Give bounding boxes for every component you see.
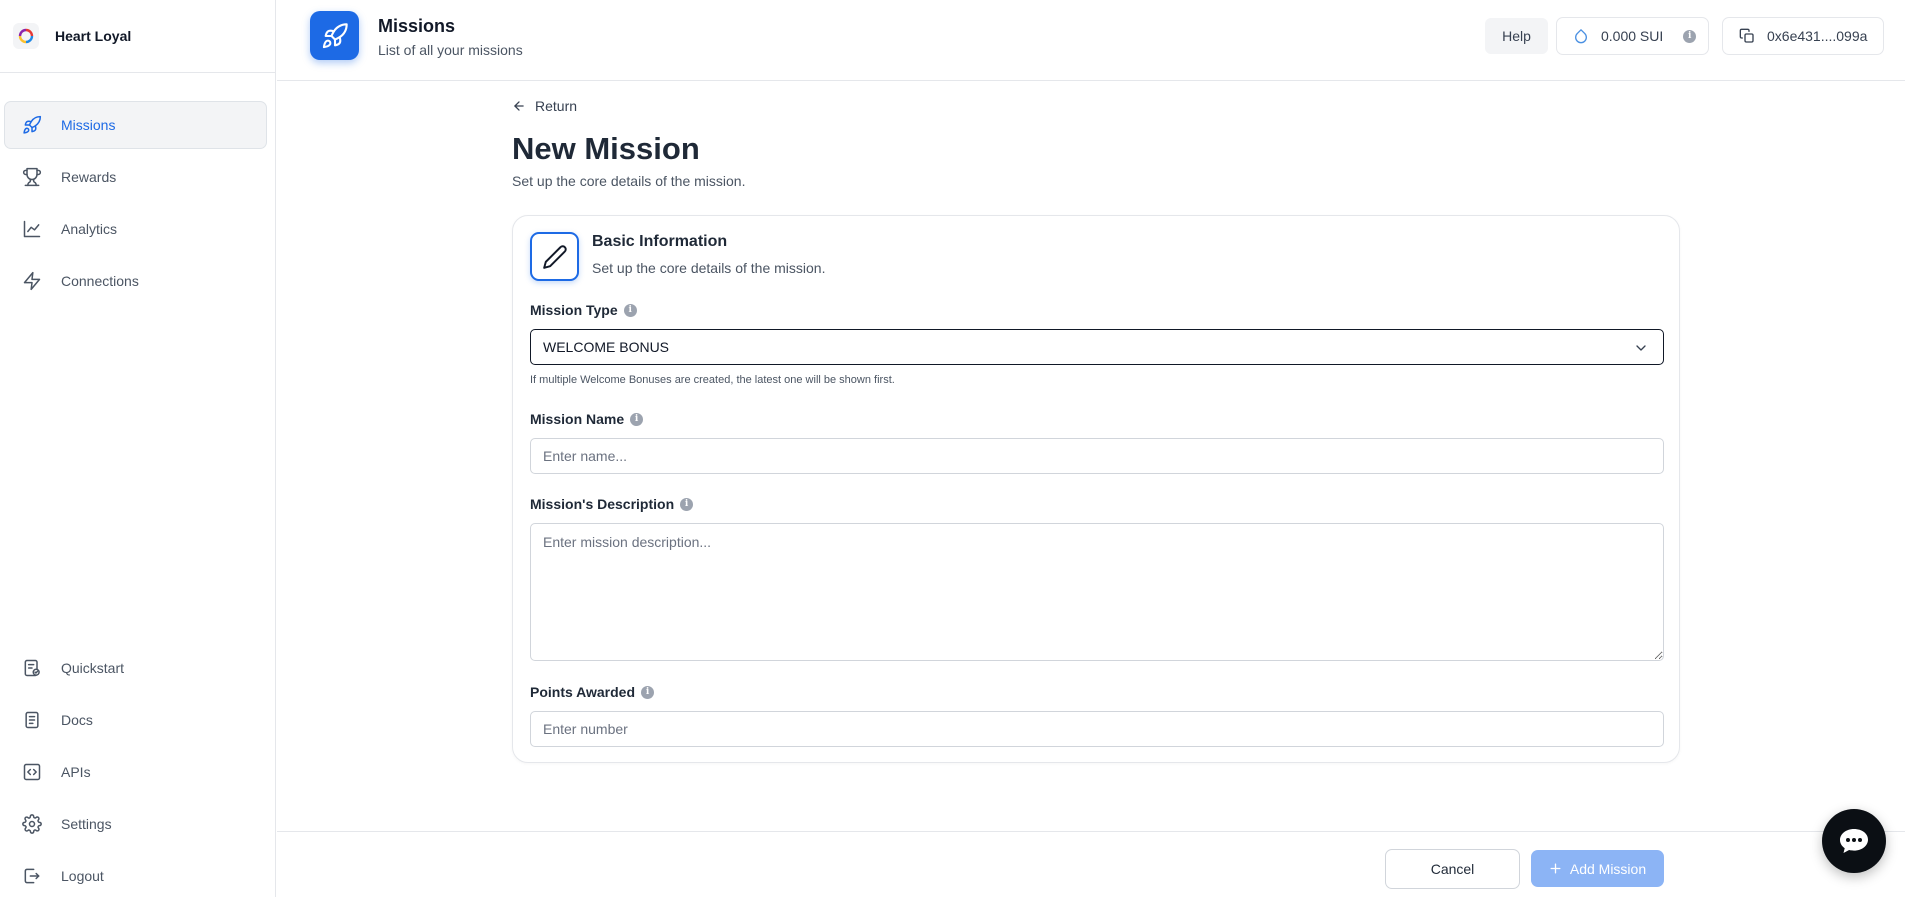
- info-icon[interactable]: i: [630, 412, 644, 426]
- rocket-icon: [21, 114, 43, 136]
- sidebar-item-label: Docs: [61, 712, 93, 728]
- mission-type-label-text: Mission Type: [530, 302, 618, 318]
- brand[interactable]: Heart Loyal: [0, 0, 275, 73]
- arrow-left-icon: [512, 99, 526, 113]
- mission-type-label: Mission Type i: [530, 302, 637, 318]
- info-icon[interactable]: i: [1683, 29, 1697, 43]
- sidebar-item-label: Missions: [61, 117, 116, 133]
- card-subtitle: Set up the core details of the mission.: [592, 260, 826, 276]
- sidebar-item-label: Settings: [61, 816, 112, 832]
- info-icon[interactable]: i: [641, 685, 655, 699]
- sidebar-item-rewards[interactable]: Rewards: [4, 153, 267, 201]
- page-title: New Mission: [512, 131, 700, 166]
- document-icon: [21, 709, 43, 731]
- basic-information-card: Basic Information Set up the core detail…: [512, 215, 1680, 763]
- header-title: Missions: [378, 16, 456, 36]
- mission-name-label-text: Mission Name: [530, 411, 625, 427]
- add-mission-label: Add Mission: [1569, 860, 1647, 877]
- mission-description-textarea[interactable]: [530, 523, 1664, 661]
- mission-description-label-text: Mission's Description: [530, 496, 675, 512]
- sidebar-item-label: APIs: [61, 764, 91, 780]
- page-subtitle: Set up the core details of the mission.: [512, 173, 746, 189]
- top-header: Missions List of all your missions Help …: [277, 0, 1905, 81]
- chat-support-button[interactable]: [1822, 809, 1886, 873]
- droplet-icon: [1573, 28, 1589, 44]
- mission-type-select[interactable]: WELCOME BONUS: [530, 329, 1664, 365]
- sidebar-nav-main: Missions Rewards Analytics Connections: [4, 101, 267, 309]
- cancel-button[interactable]: Cancel: [1385, 849, 1520, 889]
- brand-name: Heart Loyal: [55, 28, 132, 44]
- sidebar-item-label: Analytics: [61, 221, 118, 237]
- gear-icon: [21, 813, 43, 835]
- sidebar-nav-secondary: Quickstart Docs APIs Settings Logout: [4, 644, 267, 897]
- line-chart-icon: [21, 218, 43, 240]
- header-subtitle: List of all your missions: [378, 42, 523, 58]
- mission-type-helper: If multiple Welcome Bonuses are created,…: [530, 374, 895, 386]
- sidebar: Heart Loyal Missions Rewards Analytics C…: [0, 0, 276, 897]
- card-title: Basic Information: [592, 233, 728, 250]
- logout-icon: [21, 865, 43, 887]
- sidebar-item-label: Logout: [61, 868, 104, 884]
- chat-icon: [1837, 826, 1871, 856]
- points-awarded-label: Points Awarded i: [530, 684, 655, 700]
- return-link[interactable]: Return: [512, 98, 577, 114]
- code-icon: [21, 761, 43, 783]
- plus-icon: [1549, 862, 1562, 875]
- rocket-icon: [310, 11, 359, 60]
- chevron-down-icon: [1633, 340, 1649, 356]
- copy-icon: [1739, 28, 1755, 44]
- points-awarded-input[interactable]: [530, 711, 1664, 747]
- sidebar-item-label: Quickstart: [61, 660, 125, 676]
- mission-type-value: WELCOME BONUS: [543, 339, 670, 355]
- quickstart-icon: [21, 657, 43, 679]
- sidebar-item-apis[interactable]: APIs: [4, 748, 267, 796]
- sidebar-item-quickstart[interactable]: Quickstart: [4, 644, 267, 692]
- lightning-icon: [21, 270, 43, 292]
- sidebar-item-label: Connections: [61, 273, 139, 289]
- wallet-balance-button[interactable]: 0.000 SUI i: [1556, 17, 1709, 55]
- form-footer: Cancel Add Mission: [277, 831, 1905, 897]
- info-icon[interactable]: i: [680, 497, 694, 511]
- sidebar-item-analytics[interactable]: Analytics: [4, 205, 267, 253]
- heart-loyal-logo: [13, 23, 39, 49]
- info-icon[interactable]: i: [623, 303, 637, 317]
- trophy-icon: [21, 166, 43, 188]
- sidebar-item-logout[interactable]: Logout: [4, 852, 267, 897]
- mission-name-label: Mission Name i: [530, 411, 644, 427]
- mission-name-input[interactable]: [530, 438, 1664, 474]
- add-mission-button[interactable]: Add Mission: [1531, 850, 1664, 887]
- points-awarded-label-text: Points Awarded: [530, 684, 636, 700]
- wallet-balance: 0.000 SUI: [1601, 28, 1664, 44]
- sidebar-item-label: Rewards: [61, 169, 117, 185]
- sidebar-item-docs[interactable]: Docs: [4, 696, 267, 744]
- wallet-address-button[interactable]: 0x6e431....099a: [1722, 17, 1884, 55]
- pencil-icon: [530, 232, 579, 281]
- sidebar-item-connections[interactable]: Connections: [4, 257, 267, 305]
- help-button[interactable]: Help: [1485, 18, 1548, 54]
- mission-description-label: Mission's Description i: [530, 496, 694, 512]
- return-label: Return: [535, 98, 578, 114]
- wallet-address: 0x6e431....099a: [1767, 28, 1868, 44]
- sidebar-item-settings[interactable]: Settings: [4, 800, 267, 848]
- sidebar-item-missions[interactable]: Missions: [4, 101, 267, 149]
